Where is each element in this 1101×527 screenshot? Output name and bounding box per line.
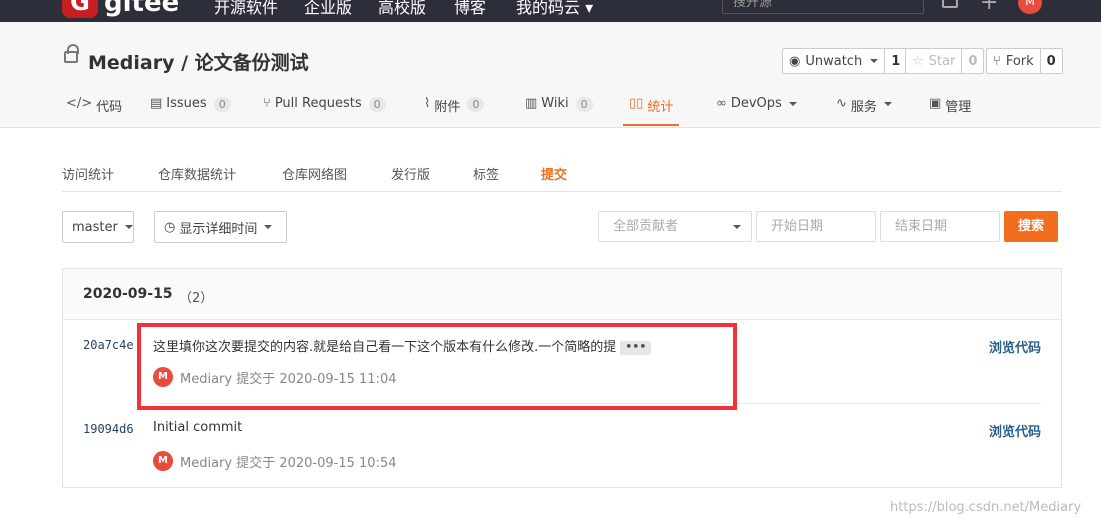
issues-count-badge: 0 [213,97,231,112]
paperclip-icon: ⌇ [424,96,431,111]
subtab-tags[interactable]: 标签 [473,164,499,183]
subtab-commits[interactable]: 提交 [541,164,567,183]
wiki-count-badge: 0 [575,97,593,112]
manage-icon: ▣ [929,96,942,111]
pulse-icon: ∿ [836,96,847,111]
tab-pull-requests[interactable]: ⑂ Pull Requests 0 [263,96,386,126]
tab-code[interactable]: </> 代码 [66,96,122,126]
project-title[interactable]: Mediary / 论文备份测试 [88,48,309,75]
author-avatar[interactable]: M [153,451,173,471]
top-navbar: G gitee 开源软件 企业版 高校版 博客 我的码云 ▾ 搜开源 + M [0,0,1101,22]
commit-sha[interactable]: 20a7c4e [83,338,134,352]
project-header: Mediary / 论文备份测试 ◉ Unwatch 1 ☆ Star 0 ⑂ For… [0,22,1101,128]
star-button[interactable]: ☆ Star 0 [905,48,985,74]
tab-devops[interactable]: ∞ DevOps [716,96,797,126]
highlight-annotation-box [137,323,737,410]
commit-count: （2） [179,291,214,306]
commit-date: 2020-09-15 [83,286,173,302]
nav-item-my-gitee[interactable]: 我的码云 ▾ [516,0,593,18]
tab-services[interactable]: ∿ 服务 [836,96,892,126]
nav-item-education[interactable]: 高校版 [378,0,426,18]
chevron-down-icon [733,225,741,229]
watch-button[interactable]: ◉ Unwatch 1 [782,48,908,74]
tab-manage[interactable]: ▣ 管理 [929,96,971,126]
bell-icon[interactable] [942,0,958,8]
lock-icon [64,44,79,63]
end-date-input[interactable]: 结束日期 [880,211,1000,242]
tab-issues[interactable]: ▤ Issues 0 [150,96,231,126]
tab-wiki[interactable]: ▥ Wiki 0 [525,96,593,126]
global-search-input[interactable]: 搜开源 [722,0,924,14]
commit-sha[interactable]: 19094d6 [83,422,134,436]
browse-code-link[interactable]: 浏览代码 [989,337,1041,356]
nav-item-open-source[interactable]: 开源软件 [214,0,278,18]
star-icon: ☆ [912,53,924,69]
fork-count[interactable]: 0 [1039,49,1062,73]
bar-chart-icon: ▯▯ [629,96,644,111]
subtab-repo-data[interactable]: 仓库数据统计 [158,164,236,183]
fork-icon: ⑂ [993,53,1001,69]
wiki-icon: ▥ [525,96,538,111]
browse-code-link[interactable]: 浏览代码 [989,421,1041,440]
nav-item-blog[interactable]: 博客 [454,0,486,18]
commit-row: 19094d6 Initial commit M Mediary 提交于 2020… [63,405,1061,487]
pull-request-icon: ⑂ [263,96,271,111]
chevron-down-icon [124,225,133,229]
search-button[interactable]: 搜索 [1004,211,1058,242]
chevron-down-icon [788,102,797,106]
tab-attachments[interactable]: ⌇ 附件 0 [424,96,485,126]
detail-time-toggle[interactable]: ◷ 显示详细时间 [154,211,287,243]
eye-icon: ◉ [789,53,801,69]
gitee-logo-icon[interactable]: G [62,0,98,18]
tab-statistics[interactable]: ▯▯ 统计 [623,96,680,126]
watch-count[interactable]: 1 [884,49,906,73]
user-avatar[interactable]: M [1018,0,1042,14]
chevron-down-icon [870,59,879,63]
watermark-text: https://blog.csdn.net/Mediary [890,500,1082,515]
code-icon: </> [66,96,93,111]
chevron-down-icon [264,225,273,229]
contributor-select[interactable]: 全部贡献者 [598,211,752,242]
commit-message[interactable]: Initial commit [153,420,242,435]
commit-date-header: 2020-09-15 （2） [63,269,1061,320]
brand-name[interactable]: gitee [104,0,179,18]
subtab-visits[interactable]: 访问统计 [62,164,114,183]
start-date-input[interactable]: 开始日期 [756,211,876,242]
pr-count-badge: 0 [368,97,386,112]
attachments-count-badge: 0 [467,97,485,112]
subtab-releases[interactable]: 发行版 [391,164,430,183]
infinity-icon: ∞ [716,96,727,111]
star-count[interactable]: 0 [961,49,983,73]
fork-button[interactable]: ⑂ Fork 0 [986,48,1063,74]
statistics-subtabs: 访问统计 仓库数据统计 仓库网络图 发行版 标签 提交 [62,150,1062,192]
subtab-network[interactable]: 仓库网络图 [282,164,347,183]
clock-icon: ◷ [164,219,176,235]
chevron-down-icon [883,102,892,106]
branch-dropdown[interactable]: master [62,211,134,243]
nav-item-enterprise[interactable]: 企业版 [304,0,352,18]
plus-icon[interactable]: + [980,0,998,15]
commit-meta: M Mediary 提交于 2020-09-15 10:54 [153,451,397,471]
issues-icon: ▤ [150,96,163,111]
